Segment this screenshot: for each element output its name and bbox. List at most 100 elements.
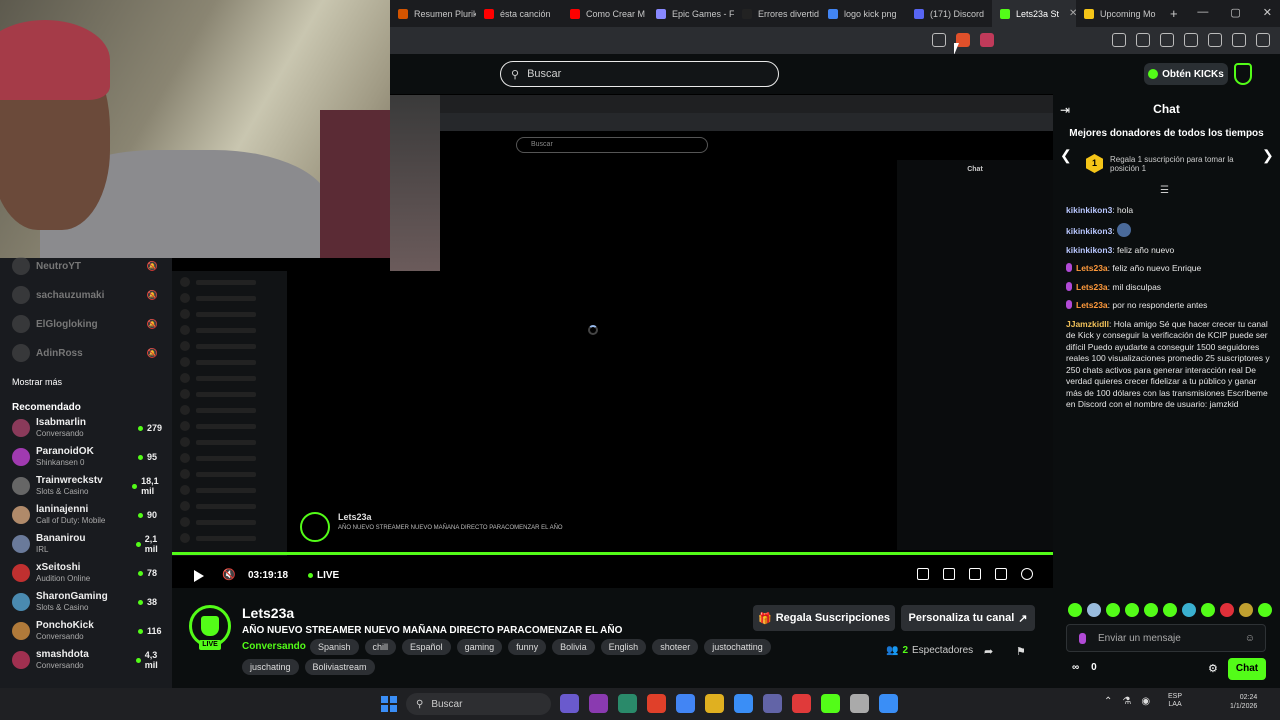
chat-username[interactable]: kikinkikon3 <box>1066 245 1112 255</box>
emote-icon[interactable] <box>1163 603 1177 617</box>
stream-tag[interactable]: shoteer <box>652 639 699 655</box>
stream-tag[interactable]: Boliviastream <box>304 659 375 675</box>
taskbar-app-icon[interactable] <box>705 694 724 713</box>
taskbar-search[interactable]: ⚲ Buscar <box>406 693 551 715</box>
stream-tag[interactable]: funny <box>508 639 547 655</box>
sidebar-recommended-item[interactable]: xSeitoshi Audition Online 78 <box>0 559 172 587</box>
stream-tag[interactable]: juschating <box>242 659 299 675</box>
close-tab-icon[interactable]: ✕ <box>1069 8 1076 19</box>
wallet-icon[interactable] <box>1184 33 1198 47</box>
pip-icon[interactable] <box>969 568 981 580</box>
sidebar-following-item[interactable]: NeutroYT 🔕 <box>0 252 172 280</box>
sidebar-following-item[interactable]: AdinRoss 🔕 <box>0 339 172 367</box>
wifi-icon[interactable]: ⚗ <box>1122 696 1131 707</box>
taskbar-app-icon[interactable] <box>734 694 753 713</box>
channel-name[interactable]: Lets23a <box>242 605 294 621</box>
browser-tab[interactable]: Resumen Plurik <box>390 0 476 27</box>
shield-icon[interactable] <box>1234 63 1252 85</box>
stream-tag[interactable]: Bolivia <box>552 639 595 655</box>
emoji-icon[interactable]: ☺ <box>1245 633 1255 644</box>
report-icon[interactable]: ⚑ <box>1016 645 1026 658</box>
browser-tab[interactable]: Upcoming Mo <box>1076 0 1162 27</box>
emote-icon[interactable] <box>1068 603 1082 617</box>
brave-rewards-icon[interactable] <box>980 33 994 47</box>
chat-username[interactable]: Lets23a <box>1076 300 1108 310</box>
stream-tag[interactable]: justochatting <box>704 639 771 655</box>
stream-tag[interactable]: Español <box>402 639 451 655</box>
browser-tab[interactable]: Errores divertid <box>734 0 820 27</box>
show-more-link[interactable]: Mostrar más <box>12 377 62 387</box>
emote-icon[interactable] <box>1144 603 1158 617</box>
clock[interactable]: 02:24 1/1/2026 <box>1230 693 1257 711</box>
chevron-right-icon[interactable]: ❯ <box>1262 147 1274 164</box>
customize-channel-button[interactable]: Personaliza tu canal ↗ <box>901 605 1035 631</box>
browser-tab[interactable]: (171) Discord <box>906 0 992 27</box>
windows-start-icon[interactable] <box>381 696 397 712</box>
sidebar-recommended-item[interactable]: smashdota Conversando 4,3 mil <box>0 646 172 674</box>
progress-bar[interactable] <box>172 552 1053 555</box>
chat-input[interactable]: Enviar un mensaje ☺ <box>1066 624 1266 652</box>
screenshot-icon[interactable] <box>1112 33 1126 47</box>
emote-icon[interactable] <box>1182 603 1196 617</box>
share-icon[interactable] <box>932 33 946 47</box>
menu-icon[interactable] <box>1256 33 1270 47</box>
sidebar-recommended-item[interactable]: Trainwreckstv Slots & Casino 18,1 mil <box>0 472 172 500</box>
taskbar-app-icon[interactable] <box>589 694 608 713</box>
chevron-up-icon[interactable]: ⌃ <box>1104 696 1112 707</box>
close-icon[interactable]: ✕ <box>1263 6 1272 19</box>
taskbar-app-icon[interactable] <box>792 694 811 713</box>
taskbar-app-icon[interactable] <box>676 694 695 713</box>
get-kicks-button[interactable]: Obtén KICKs <box>1144 63 1228 85</box>
emote-icon[interactable] <box>1220 603 1234 617</box>
language-indicator[interactable]: ESP LAA <box>1168 693 1182 710</box>
mute-icon[interactable]: 🔇 <box>222 568 236 581</box>
taskbar-app-icon[interactable] <box>647 694 666 713</box>
search-input[interactable]: ⚲ Buscar <box>500 61 779 87</box>
gift-subs-button[interactable]: 🎁 Regala Suscripciones <box>753 605 895 631</box>
theater-icon[interactable] <box>943 568 955 580</box>
taskbar-app-icon[interactable] <box>821 694 840 713</box>
chat-username[interactable]: kikinkikon3 <box>1066 226 1112 236</box>
sidebar-recommended-item[interactable]: ParanoidOK Shinkansen 0 95 <box>0 443 172 471</box>
emote-icon[interactable] <box>1239 603 1253 617</box>
emote-icon[interactable] <box>1258 603 1272 617</box>
music-icon[interactable] <box>1136 33 1150 47</box>
browser-tab[interactable]: Epic Games - F <box>648 0 734 27</box>
sidebar-following-item[interactable]: sachauzumaki 🔕 <box>0 281 172 309</box>
vpn-icon[interactable] <box>1232 33 1246 47</box>
chat-username[interactable]: kikinkikon3 <box>1066 205 1112 215</box>
sidebar-recommended-item[interactable]: Bananirou IRL 2,1 mil <box>0 530 172 558</box>
sidebar-icon[interactable] <box>1160 33 1174 47</box>
play-icon[interactable] <box>194 570 204 582</box>
taskbar-app-icon[interactable] <box>850 694 869 713</box>
settings-icon[interactable] <box>1021 568 1033 580</box>
pinned-message-icon[interactable]: ☰ <box>1160 185 1169 196</box>
taskbar-app-icon[interactable] <box>879 694 898 713</box>
emote-icon[interactable] <box>1106 603 1120 617</box>
browser-tab[interactable]: ésta canción <box>476 0 562 27</box>
stream-tag[interactable]: chill <box>364 639 397 655</box>
minimize-icon[interactable]: — <box>1197 6 1208 19</box>
clip-icon[interactable] <box>917 568 929 580</box>
emote-icon[interactable] <box>1201 603 1215 617</box>
kick-points-icon[interactable]: ∞ <box>1072 662 1079 673</box>
browser-tab[interactable]: Como Crear M <box>562 0 648 27</box>
maximize-icon[interactable]: ▢ <box>1230 6 1240 19</box>
taskbar-app-icon[interactable] <box>763 694 782 713</box>
mic-icon[interactable]: ◉ <box>1141 696 1150 707</box>
sidebar-recommended-item[interactable]: SharonGaming Slots & Casino 38 <box>0 588 172 616</box>
emote-icon[interactable] <box>1125 603 1139 617</box>
sidebar-following-item[interactable]: ElGlogloking 🔕 <box>0 310 172 338</box>
share-icon[interactable]: ➦ <box>984 645 993 658</box>
stream-category[interactable]: Conversando <box>242 641 306 652</box>
browser-tab[interactable]: logo kick png <box>820 0 906 27</box>
chat-username[interactable]: JJamzkidll <box>1066 319 1109 329</box>
stream-tag[interactable]: Spanish <box>310 639 359 655</box>
new-tab-button[interactable]: + <box>1162 0 1186 27</box>
fullscreen-icon[interactable] <box>995 568 1007 580</box>
chevron-left-icon[interactable]: ❮ <box>1060 147 1072 164</box>
chat-username[interactable]: Lets23a <box>1076 282 1108 292</box>
taskbar-app-icon[interactable] <box>560 694 579 713</box>
chat-username[interactable]: Lets23a <box>1076 263 1108 273</box>
emote-icon[interactable] <box>1087 603 1101 617</box>
